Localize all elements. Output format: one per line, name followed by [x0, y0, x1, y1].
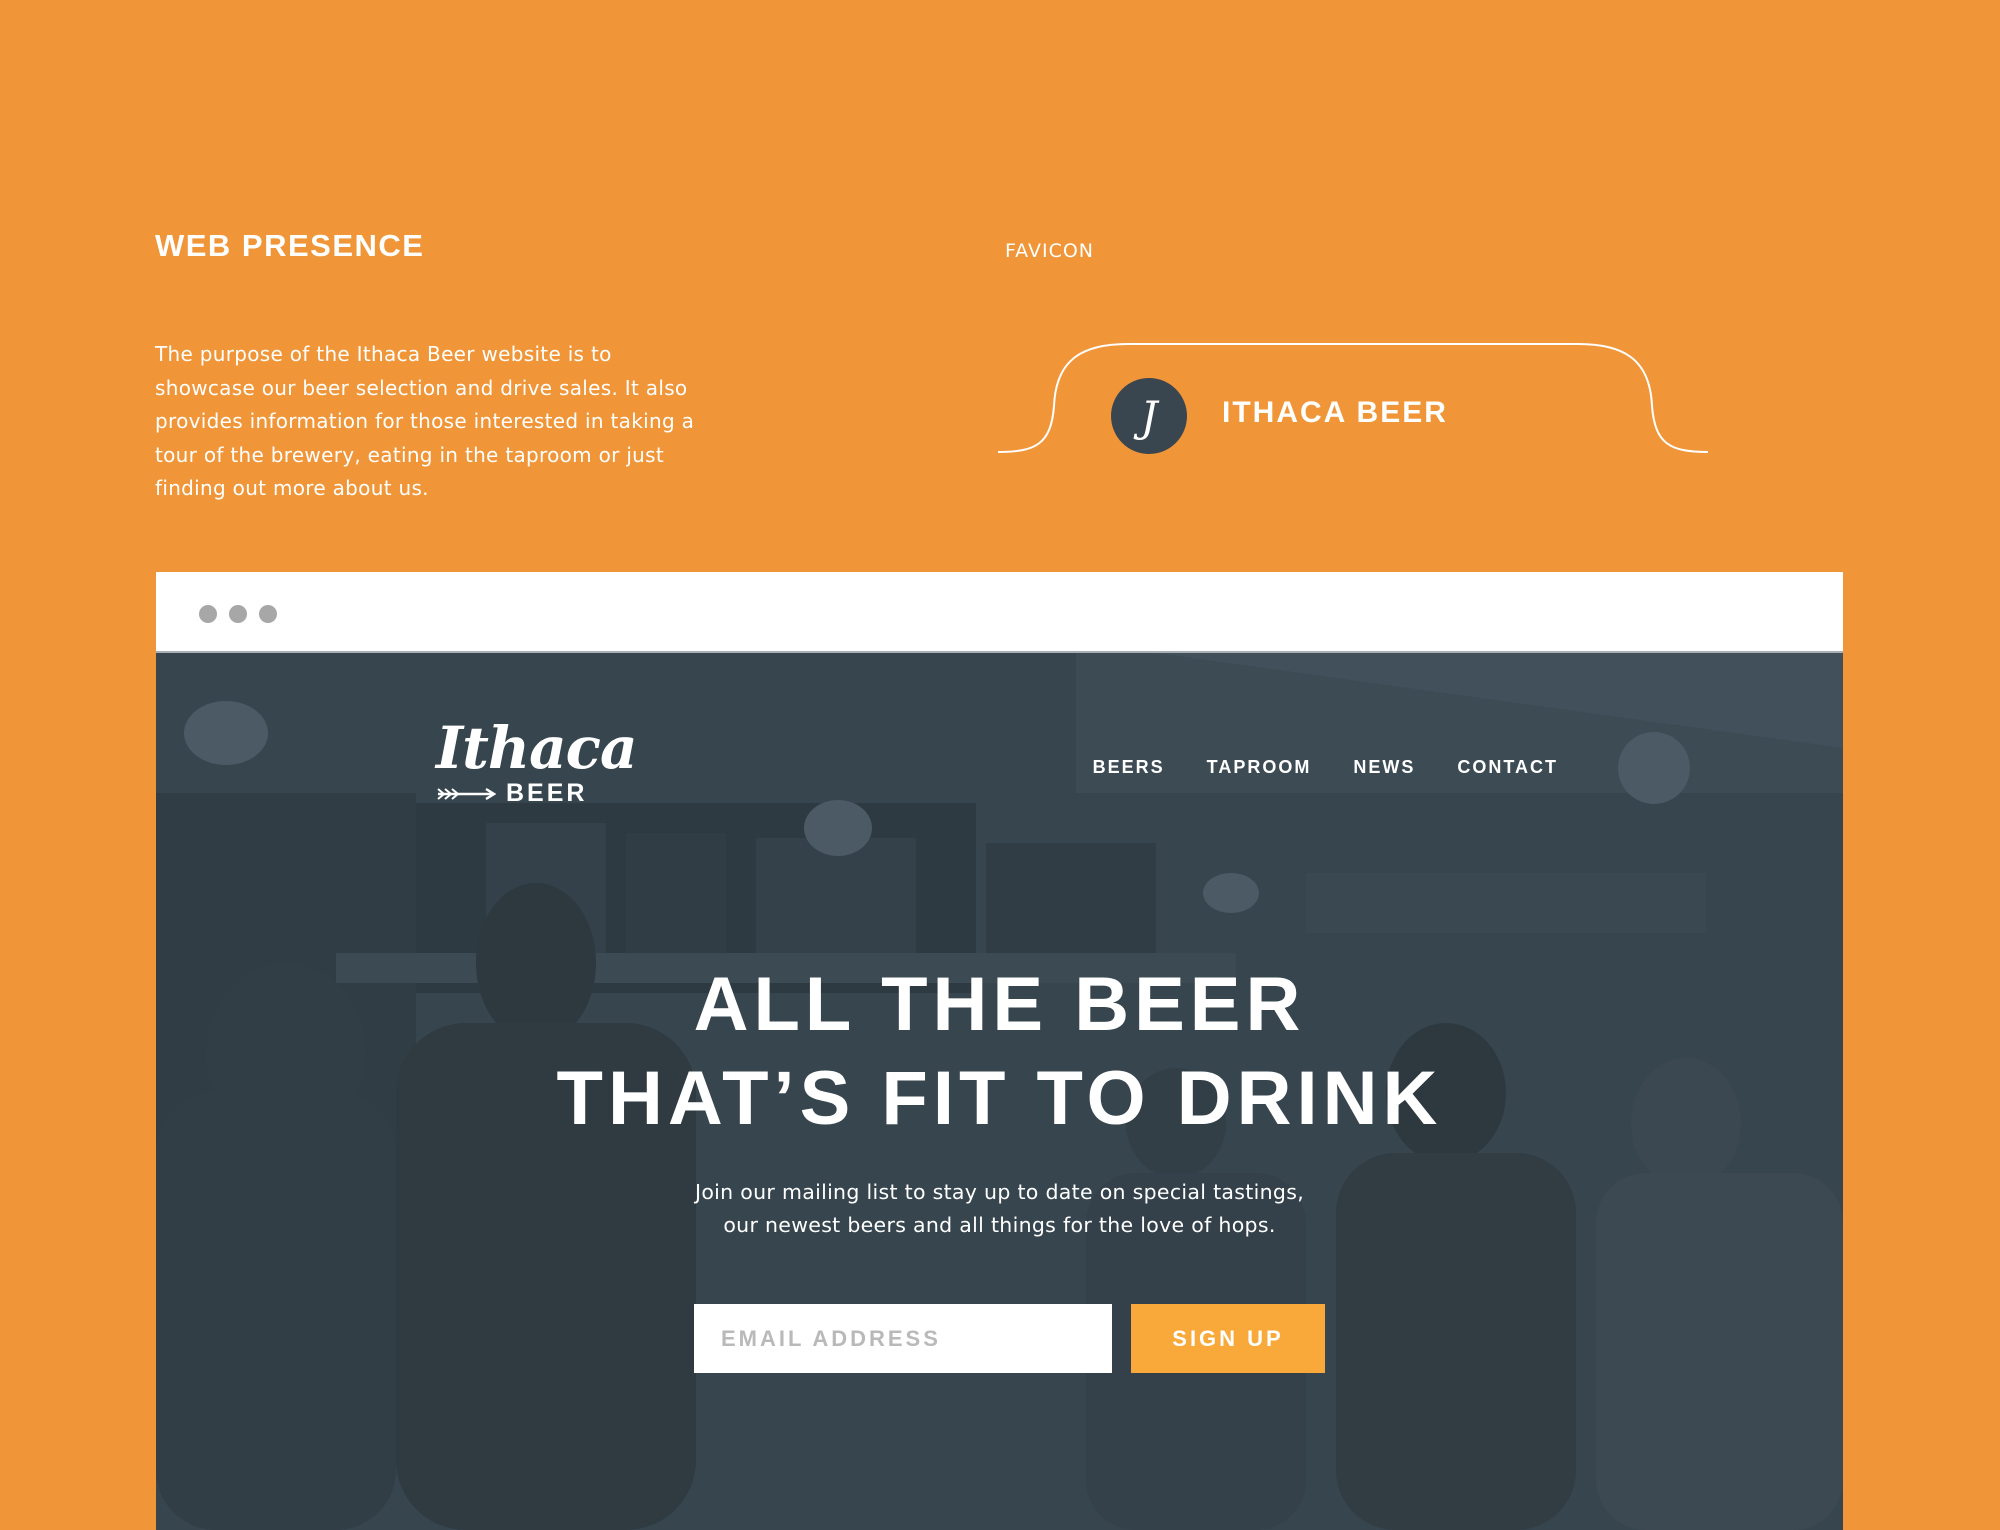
favicon-icon: J — [1111, 378, 1187, 454]
tab-title: ITHACA BEER — [1222, 396, 1448, 429]
section-title: WEB PRESENCE — [155, 228, 425, 263]
browser-mockup: Ithaca BEER BEERS TAPROOM NEWS CONTACT A… — [156, 572, 1843, 1530]
hero-sub-line-1: Join our mailing list to stay up to date… — [694, 1180, 1305, 1204]
nav-beers[interactable]: BEERS — [1093, 757, 1165, 778]
hero-section: Ithaca BEER BEERS TAPROOM NEWS CONTACT A… — [156, 653, 1843, 1530]
site-logo[interactable]: Ithaca BEER — [436, 714, 638, 808]
main-nav: BEERS TAPROOM NEWS CONTACT — [1051, 757, 1558, 778]
window-dot-icon — [199, 605, 217, 623]
favicon-label: FAVICON — [1005, 240, 1095, 262]
nav-news[interactable]: NEWS — [1353, 757, 1415, 778]
browser-toolbar — [156, 572, 1843, 653]
arrow-icon — [437, 787, 496, 800]
favicon-letter: J — [1140, 391, 1158, 441]
window-dot-icon — [229, 605, 247, 623]
hero-line-1: ALL THE BEER — [693, 962, 1306, 1047]
logo-script: Ithaca — [436, 714, 638, 782]
hero-subtext: Join our mailing list to stay up to date… — [156, 1176, 1843, 1242]
hero-sub-line-2: our newest beers and all things for the … — [723, 1213, 1276, 1237]
window-dot-icon — [259, 605, 277, 623]
hero-line-2: THAT’S FIT TO DRINK — [556, 1056, 1443, 1141]
section-description: The purpose of the Ithaca Beer website i… — [155, 342, 695, 500]
nav-taproom[interactable]: TAPROOM — [1207, 757, 1312, 778]
email-input[interactable] — [694, 1304, 1112, 1373]
logo-beer: BEER — [506, 779, 588, 807]
sign-up-button[interactable]: SIGN UP — [1131, 1304, 1325, 1373]
hero-headline: ALL THE BEER THAT’S FIT TO DRINK — [156, 958, 1843, 1146]
nav-contact[interactable]: CONTACT — [1457, 757, 1558, 778]
